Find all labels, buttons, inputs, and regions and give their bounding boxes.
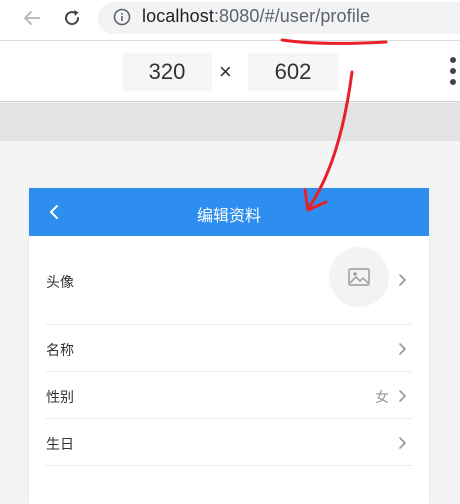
row-label-name: 名称: [46, 342, 74, 358]
row-birthday[interactable]: 生日: [29, 419, 429, 466]
nav-bar: 编辑资料: [29, 188, 429, 236]
row-label-gender: 性别: [46, 389, 74, 405]
back-arrow-icon[interactable]: [18, 4, 46, 32]
info-icon[interactable]: [112, 7, 132, 27]
device-width-input[interactable]: 320: [122, 53, 212, 91]
row-label-avatar: 头像: [46, 274, 74, 290]
avatar[interactable]: [329, 247, 389, 307]
reload-icon[interactable]: [58, 4, 86, 32]
url-path: :8080/#/user/profile: [213, 6, 371, 26]
row-avatar[interactable]: 头像: [29, 236, 429, 325]
chevron-right-icon: [399, 437, 406, 449]
chevron-right-icon: [399, 390, 406, 402]
mobile-viewport: 编辑资料 头像 名称 性别 女 生日: [29, 188, 429, 504]
gender-value: 女: [375, 389, 389, 405]
row-name[interactable]: 名称: [29, 325, 429, 372]
ruler-band: [0, 103, 460, 141]
chevron-right-icon: [399, 343, 406, 355]
row-gender[interactable]: 性别 女: [29, 372, 429, 419]
url-text[interactable]: localhost:8080/#/user/profile: [142, 6, 370, 27]
image-placeholder-icon: [348, 268, 370, 286]
row-label-birthday: 生日: [46, 436, 74, 452]
row-divider: [45, 465, 413, 466]
browser-toolbar: localhost:8080/#/user/profile: [0, 0, 460, 40]
dimension-separator: ×: [219, 59, 232, 84]
page-title: 编辑资料: [196, 208, 261, 225]
device-toolbar: 320 × 602: [0, 40, 460, 102]
url-host: localhost: [142, 6, 214, 26]
device-height-input[interactable]: 602: [248, 53, 338, 91]
chevron-right-icon: [399, 274, 406, 286]
more-options-icon[interactable]: [450, 57, 460, 87]
